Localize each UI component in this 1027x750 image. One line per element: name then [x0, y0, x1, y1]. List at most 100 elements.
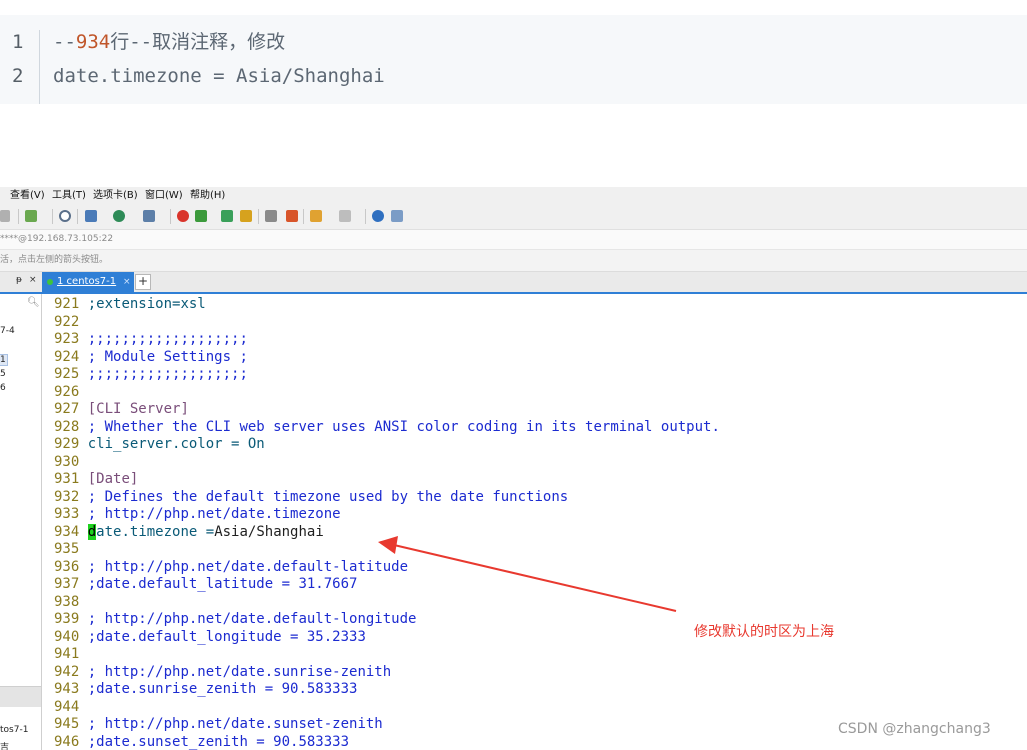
terminal-line: 932 ; Defines the default timezone used …: [54, 489, 568, 507]
terminal-line-text: ; http://php.net/date.sunset-zenith: [87, 716, 383, 732]
sidebar-item-selected[interactable]: 1: [0, 354, 8, 366]
terminal-line-number: 946: [54, 733, 80, 750]
menu-view[interactable]: 查看(V): [10, 187, 45, 204]
window-icon[interactable]: [339, 210, 351, 222]
terminal-line-number: 940: [54, 628, 80, 645]
terminal-line: 941: [54, 646, 88, 664]
terminal-line: 930: [54, 454, 88, 472]
terminal-line-text: ;date.sunrise_zenith = 90.583333: [87, 681, 358, 697]
terminal-line-number: 939: [54, 611, 80, 627]
pin-icon[interactable]: ᵽ: [16, 275, 22, 285]
record-icon[interactable]: [177, 210, 189, 222]
terminal-line: 935: [54, 541, 88, 559]
toolbar-separator: [77, 209, 78, 224]
text-cursor: d: [87, 523, 97, 540]
folder-icon[interactable]: [310, 210, 322, 222]
terminal-line-number: 921: [54, 296, 80, 312]
terminal-line-text: ;date.default_longitude = 35.2333: [87, 628, 366, 645]
toolbar-separator: [170, 209, 171, 224]
search-icon[interactable]: [59, 210, 71, 222]
snippet-line-ref: 934: [75, 31, 111, 53]
toolbar-separator: [258, 209, 259, 224]
transfer-icon[interactable]: [195, 210, 207, 222]
terminal-line-text: ;extension=xsl: [87, 296, 206, 312]
close-icon[interactable]: ×: [29, 275, 37, 285]
terminal-line: 938: [54, 594, 88, 612]
snippet-gutter-divider: [39, 30, 40, 104]
terminal-line-number: 942: [54, 663, 80, 680]
terminal-line-number: 943: [54, 681, 80, 697]
link-icon[interactable]: [0, 210, 10, 222]
new-session-icon[interactable]: [25, 210, 37, 222]
address-bar: ****@192.168.73.105:22: [0, 230, 1027, 250]
keyboard-icon[interactable]: [265, 210, 277, 222]
terminal-line-text: ; http://php.net/date.default-longitude: [87, 611, 417, 627]
terminal-output[interactable]: 921 ;extension=xsl 922 923 ;;;;;;;;;;;;;;…: [42, 294, 1027, 750]
edited-timezone-line: date.timezone =Asia/Shanghai: [87, 523, 324, 540]
terminal-line: 945 ; http://php.net/date.sunset-zenith: [54, 716, 383, 734]
pen-icon[interactable]: [286, 210, 298, 222]
terminal-line: 946 ;date.sunset_zenith = 90.583333: [54, 734, 349, 750]
terminal-line-number: 922: [54, 313, 80, 330]
terminal-line-text: ; Module Settings ;: [87, 348, 248, 365]
terminal-line-number: 927: [54, 401, 80, 417]
terminal-line-number: 928: [54, 418, 80, 435]
terminal-line: 944: [54, 699, 88, 717]
menu-bar: 查看(V) 工具(T) 选项卡(B) 窗口(W) 帮助(H): [0, 187, 1027, 204]
sidebar-item[interactable]: 7-4: [0, 326, 15, 336]
snippet-line-text: date.timezone = Asia/Shanghai: [53, 65, 385, 87]
annotation-note: 修改默认的时区为上海: [694, 624, 834, 640]
help-icon[interactable]: [372, 210, 384, 222]
toolbar: [0, 204, 1027, 230]
menu-window[interactable]: 窗口(W): [145, 187, 183, 204]
menu-help[interactable]: 帮助(H): [190, 187, 225, 204]
terminal-line-number: 925: [54, 366, 80, 382]
terminal-line-number: 931: [54, 471, 80, 487]
lock-icon[interactable]: [240, 210, 252, 222]
toolbar-separator: [52, 209, 53, 224]
tab-close-icon[interactable]: ×: [123, 272, 131, 292]
terminal-line-text: ; Defines the default timezone used by t…: [87, 488, 569, 505]
terminal-line: 940 ;date.default_longitude = 35.2333: [54, 629, 366, 647]
snippet-line-number: 1: [12, 31, 24, 53]
sidebar-item[interactable]: 6: [0, 383, 6, 393]
session-address: ****@192.168.73.105:22: [0, 234, 114, 244]
terminal-line-number: 934: [54, 523, 80, 540]
csdn-watermark: CSDN @zhangchang3: [838, 721, 991, 737]
terminal-line: 928 ; Whether the CLI web server uses AN…: [54, 419, 720, 437]
terminal-line-text: ;date.default_latitude = 31.7667: [87, 576, 358, 592]
terminal-line-number: 935: [54, 541, 80, 557]
terminal-line: 925 ;;;;;;;;;;;;;;;;;;;: [54, 366, 248, 384]
search-icon[interactable]: 🔍︎: [27, 297, 40, 308]
menu-tabs[interactable]: 选项卡(B): [93, 187, 138, 204]
sidebar-session-name[interactable]: tos7-1: [0, 725, 28, 735]
terminal-line: 921 ;extension=xsl: [54, 296, 206, 314]
terminal-line: 926: [54, 384, 88, 402]
add-tab-button[interactable]: +: [135, 274, 151, 290]
sidebar-footer: [0, 686, 41, 707]
toolbar-separator: [18, 209, 19, 224]
fullscreen-icon[interactable]: [221, 210, 233, 222]
toolbar-separator: [303, 209, 304, 224]
terminal-line-number: 929: [54, 436, 80, 452]
layout-icon[interactable]: [85, 210, 97, 222]
terminal-line: 933 ; http://php.net/date.timezone: [54, 506, 341, 524]
snippet-line-text: --934行--取消注释，修改: [53, 25, 285, 59]
terminal-line-number: 936: [54, 558, 80, 575]
terminal-line: 942 ; http://php.net/date.sunrise-zenith: [54, 664, 391, 682]
tab-centos7-1[interactable]: 1 centos7-1 ×: [42, 272, 134, 292]
chat-icon[interactable]: [391, 210, 403, 222]
font-icon[interactable]: [143, 210, 155, 222]
terminal-line-text: ;;;;;;;;;;;;;;;;;;;: [87, 331, 248, 347]
globe-icon[interactable]: [113, 210, 125, 222]
code-snippet: 1 --934行--取消注释，修改 2 date.timezone = Asia…: [0, 15, 1027, 104]
tab-strip: ᵽ × 1 centos7-1 × +: [0, 272, 1027, 294]
terminal-line: 923 ;;;;;;;;;;;;;;;;;;;: [54, 331, 248, 349]
terminal-line-text: ;date.sunset_zenith = 90.583333: [87, 733, 350, 750]
setting-value: Asia/Shanghai: [214, 523, 324, 540]
sidebar-item[interactable]: 5: [0, 369, 6, 379]
session-sidebar: 🔍︎ 7-4 1 5 6 tos7-1 吉: [0, 294, 42, 750]
terminal-line-text: cli_server.color = On: [87, 436, 265, 452]
sidebar-session-label: 吉: [0, 743, 10, 750]
menu-tools[interactable]: 工具(T): [52, 187, 86, 204]
